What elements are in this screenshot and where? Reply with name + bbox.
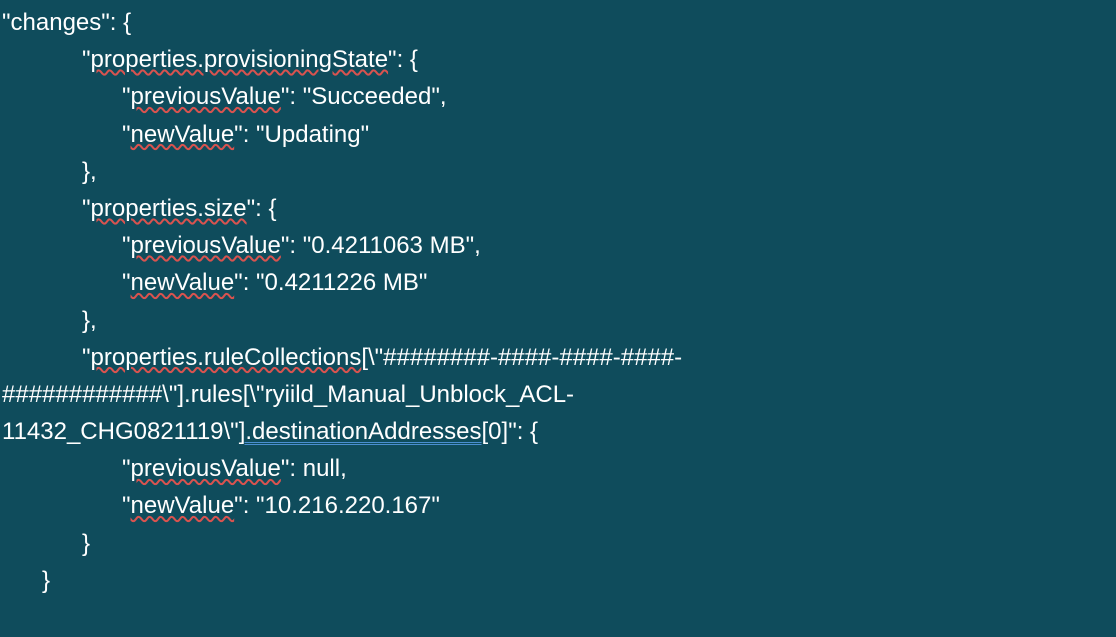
code-line: "newValue": "Updating" <box>2 116 1114 153</box>
code-line: }, <box>2 153 1114 190</box>
code-line: "properties.ruleCollections[\"########-#… <box>2 339 1114 376</box>
json-value: null <box>303 455 340 482</box>
json-key-part: [0] <box>482 418 509 445</box>
code-line: "previousValue": "Succeeded", <box>2 78 1114 115</box>
json-key-part: ].destinationAddresses <box>239 418 482 445</box>
code-line: }, <box>2 302 1114 339</box>
code-line: "properties.size": { <box>2 190 1114 227</box>
code-line: 11432_CHG0821119\"].destinationAddresses… <box>2 413 1114 450</box>
json-value: Updating <box>265 121 361 148</box>
json-key: previousValue <box>131 83 281 110</box>
json-key-part: properties.ruleCollections <box>91 344 362 371</box>
json-key: previousValue <box>131 455 281 482</box>
code-line: "changes": { <box>2 4 1114 41</box>
json-value: Succeeded <box>311 83 431 110</box>
code-line: } <box>2 525 1114 562</box>
json-value: 0.4211063 MB <box>311 232 465 259</box>
json-code-block: "changes": { "properties.provisioningSta… <box>2 4 1114 599</box>
code-line: "properties.provisioningState": { <box>2 41 1114 78</box>
json-value: 0.4211226 MB <box>265 269 419 296</box>
json-key: newValue <box>131 269 235 296</box>
code-line: "previousValue": "0.4211063 MB", <box>2 227 1114 264</box>
code-line: "newValue": "10.216.220.167" <box>2 487 1114 524</box>
json-key: changes <box>11 9 102 36</box>
json-key: properties.provisioningState <box>91 46 389 73</box>
json-key: previousValue <box>131 232 281 259</box>
code-line: } <box>2 562 1114 599</box>
json-key-part: [\"########-####-####-####- <box>361 344 682 371</box>
json-key-part: 11432_CHG0821119\" <box>2 418 239 445</box>
json-key: newValue <box>131 121 235 148</box>
json-key: newValue <box>131 492 235 519</box>
json-key: properties.size <box>91 195 247 222</box>
code-line: "previousValue": null, <box>2 450 1114 487</box>
json-value: 10.216.220.167 <box>265 492 432 519</box>
json-key-part: ############\"].rules[\"ryiild_Manual_Un… <box>2 381 574 408</box>
code-line: "newValue": "0.4211226 MB" <box>2 264 1114 301</box>
code-line: ############\"].rules[\"ryiild_Manual_Un… <box>2 376 1114 413</box>
